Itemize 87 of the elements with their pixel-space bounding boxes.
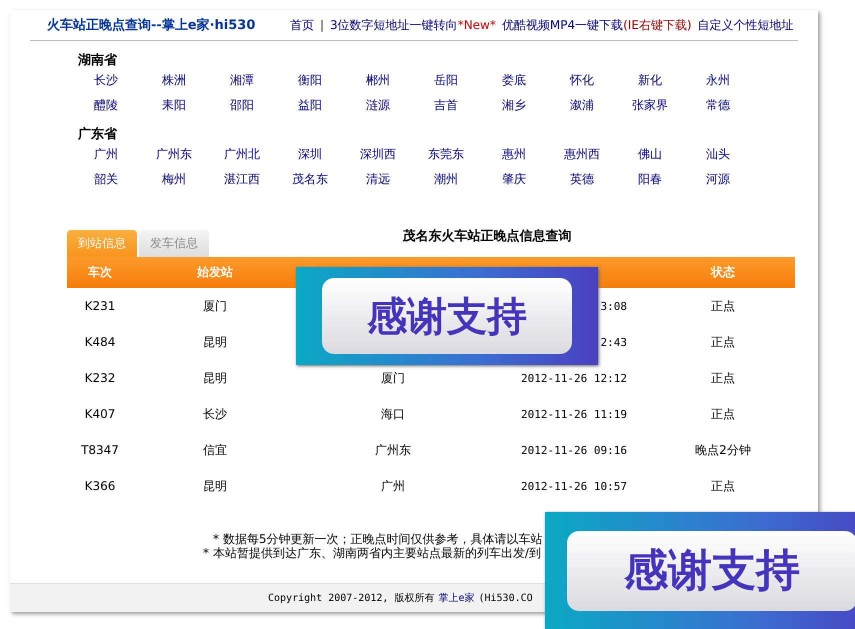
city-link[interactable]: 耒阳	[140, 96, 208, 115]
table-cell: 2012-11-26 12:12	[521, 372, 627, 384]
city-link[interactable]: 涟源	[344, 96, 412, 115]
city-link[interactable]: 深圳	[276, 145, 344, 164]
table-cell: K484	[84, 335, 116, 349]
table-cell: K407	[84, 407, 116, 421]
nav-link[interactable]: 自定义个性短地址	[698, 16, 794, 34]
city-link[interactable]: 深圳西	[344, 145, 412, 164]
nav-separator: |	[320, 18, 324, 32]
province-heading: 广东省	[78, 126, 118, 144]
city-link[interactable]: 怀化	[548, 71, 616, 90]
site-link[interactable]: 掌上e家	[438, 591, 474, 605]
city-link[interactable]: 永州	[684, 71, 752, 90]
city-link[interactable]: 广州北	[208, 145, 276, 164]
city-link[interactable]: 湛江西	[208, 170, 276, 189]
note-text: * 本站暂提供到达广东、湖南两省内主要站点最新的列车出发/到	[203, 546, 542, 560]
table-cell: 昆明	[203, 334, 227, 348]
city-link[interactable]: 邵阳	[208, 96, 276, 115]
city-link[interactable]: 韶关	[72, 170, 140, 189]
table-cell: 广州	[381, 478, 405, 492]
city-link[interactable]: 梅州	[140, 170, 208, 189]
copyright-text: Copyright 2007-2012, 版权所有	[268, 592, 434, 605]
table-cell: 正点	[711, 478, 735, 492]
table-cell: 3:08	[600, 300, 627, 312]
column-header: 始发站	[133, 257, 297, 288]
table-cell: 长沙	[203, 406, 227, 420]
copyright-text: (Hi530.CO	[478, 592, 533, 604]
city-link[interactable]: 株洲	[140, 71, 208, 90]
city-link[interactable]: 茂名东	[276, 170, 344, 189]
city-link[interactable]: 惠州	[480, 145, 548, 164]
city-link[interactable]: 益阳	[276, 96, 344, 115]
table-cell: 厦门	[381, 370, 405, 384]
city-link[interactable]: 衡阳	[276, 71, 344, 90]
table-cell: 晚点2分钟	[695, 442, 751, 456]
table-cell: 昆明	[203, 478, 227, 492]
city-link[interactable]: 佛山	[616, 145, 684, 164]
city-link[interactable]: 湘潭	[208, 71, 276, 90]
city-link[interactable]: 娄底	[480, 71, 548, 90]
city-link[interactable]: 醴陵	[72, 96, 140, 115]
note-text: * 数据每5分钟更新一次；正晚点时间仅供参考，具体请以车站	[212, 532, 544, 546]
thanks-banner: 感谢支持	[296, 267, 598, 365]
city-link[interactable]: 长沙	[72, 71, 140, 90]
city-link[interactable]: 新化	[616, 71, 684, 90]
city-link[interactable]: 潮州	[412, 170, 480, 189]
table-cell: 正点	[711, 370, 735, 384]
city-link[interactable]: 阳春	[616, 170, 684, 189]
city-link[interactable]: 郴州	[344, 71, 412, 90]
table-cell: 2:43	[600, 336, 627, 348]
nav-link[interactable]: 优酷视频MP4一键下载(IE右键下载)	[502, 16, 692, 34]
table-cell: 正点	[711, 406, 735, 420]
province-heading: 湖南省	[78, 52, 118, 70]
table-cell: K232	[84, 371, 116, 385]
city-link[interactable]: 广州	[72, 145, 140, 164]
table-cell: K366	[84, 479, 116, 493]
column-header: 车次	[67, 257, 133, 288]
city-link[interactable]: 英德	[548, 170, 616, 189]
city-link[interactable]: 汕头	[684, 145, 752, 164]
city-link[interactable]: 广州东	[140, 145, 208, 164]
table-cell: 厦门	[203, 298, 227, 312]
city-link[interactable]: 河源	[684, 170, 752, 189]
city-link[interactable]: 常德	[684, 96, 752, 115]
table-cell: 2012-11-26 09:16	[521, 444, 627, 456]
table-cell: T8347	[81, 443, 119, 457]
city-link[interactable]: 东莞东	[412, 145, 480, 164]
table-title: 茂名东火车站正晚点信息查询	[402, 228, 572, 245]
city-link[interactable]: 溆浦	[548, 96, 616, 115]
nav-link[interactable]: 首页	[290, 16, 314, 34]
site-title: 火车站正晚点查询--掌上e家·hi530	[47, 16, 256, 34]
city-link[interactable]: 湘乡	[480, 96, 548, 115]
table-cell: 海口	[381, 406, 405, 420]
column-header: 状态	[651, 257, 795, 288]
thanks-banner: 感谢支持	[545, 512, 855, 629]
city-link[interactable]: 吉首	[412, 96, 480, 115]
table-cell: K231	[84, 299, 116, 313]
city-link[interactable]: 岳阳	[412, 71, 480, 90]
city-link[interactable]: 肇庆	[480, 170, 548, 189]
table-cell: 昆明	[203, 370, 227, 384]
table-cell: 正点	[711, 298, 735, 312]
table-cell: 2012-11-26 11:19	[521, 408, 627, 420]
table-cell: 信宜	[203, 442, 227, 456]
nav-link[interactable]: 3位数字短地址一键转向*New*	[330, 16, 496, 34]
table-cell: 正点	[711, 334, 735, 348]
city-link[interactable]: 惠州西	[548, 145, 616, 164]
city-link[interactable]: 清远	[344, 170, 412, 189]
city-link[interactable]: 张家界	[616, 96, 684, 115]
table-cell: 广州东	[375, 442, 411, 456]
table-cell: 2012-11-26 10:57	[521, 480, 627, 492]
